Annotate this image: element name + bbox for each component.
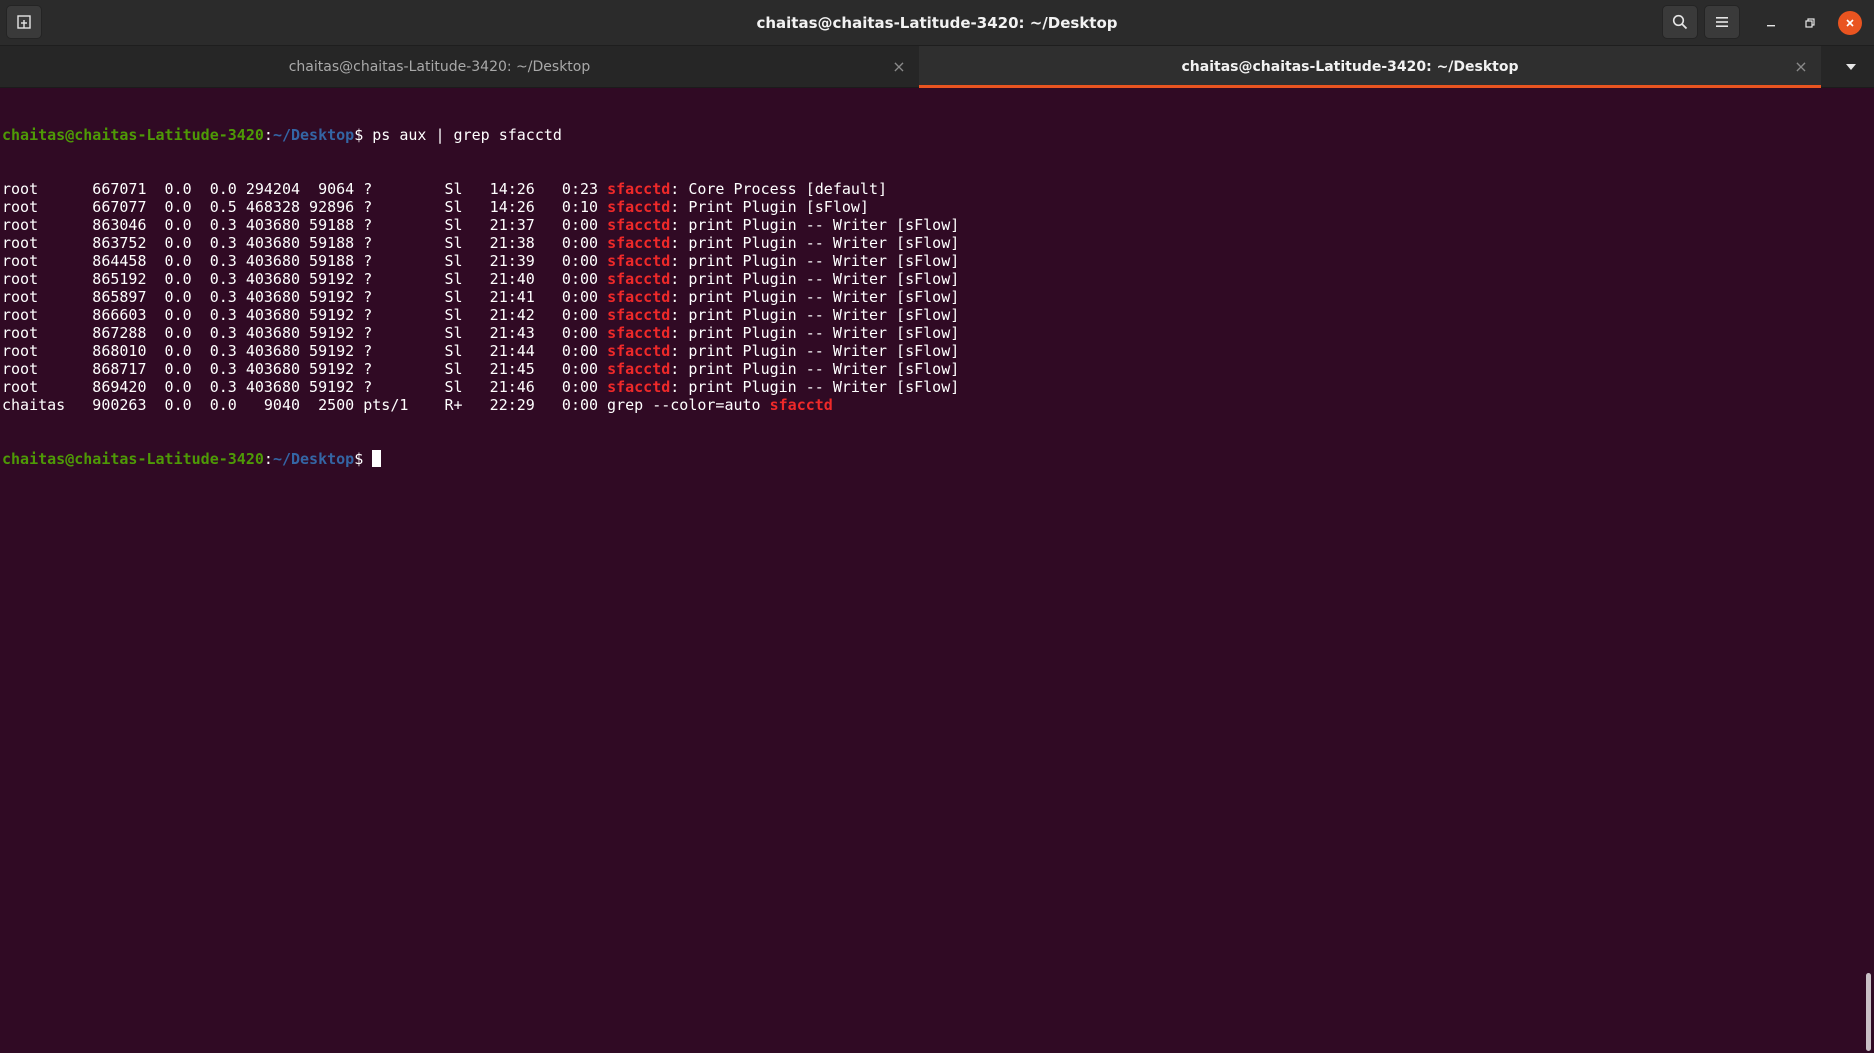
process-command: : print Plugin -- Writer [sFlow] [670,252,960,270]
process-fields: root 869420 0.0 0.3 403680 59192 ? Sl 21… [2,378,608,396]
tab-overflow-button[interactable] [1836,56,1866,78]
process-row: root 869420 0.0 0.3 403680 59192 ? Sl 21… [2,378,959,396]
prompt-colon: : [263,126,273,144]
process-command: : print Plugin -- Writer [sFlow] [670,378,960,396]
process-fields: root 667071 0.0 0.0 294204 9064 ? Sl 14:… [2,180,608,198]
close-window-button[interactable] [1838,11,1862,35]
search-icon [1672,14,1688,30]
process-row: root 866603 0.0 0.3 403680 59192 ? Sl 21… [2,306,959,324]
grep-match: sfacctd [607,306,671,324]
process-fields: root 863752 0.0 0.3 403680 59188 ? Sl 21… [2,234,608,252]
prompt-path: ~/Desktop [272,126,355,144]
tab-bar: chaitas@chaitas-Latitude-3420: ~/Desktop… [0,46,1874,88]
process-row: root 868010 0.0 0.3 403680 59192 ? Sl 21… [2,342,959,360]
process-fields: root 864458 0.0 0.3 403680 59188 ? Sl 21… [2,252,608,270]
scrollbar-thumb[interactable] [1866,973,1871,1051]
process-fields: root 865192 0.0 0.3 403680 59192 ? Sl 21… [2,270,608,288]
grep-match: sfacctd [607,342,671,360]
process-command: : print Plugin -- Writer [sFlow] [670,324,960,342]
tab-label: chaitas@chaitas-Latitude-3420: ~/Desktop [288,59,591,75]
tab-1[interactable]: chaitas@chaitas-Latitude-3420: ~/Desktop… [0,46,919,88]
tab-label: chaitas@chaitas-Latitude-3420: ~/Desktop [1181,59,1519,75]
grep-match: sfacctd [607,198,671,216]
maximize-icon [1805,18,1815,28]
process-command: : Print Plugin [sFlow] [670,198,869,216]
process-fields: chaitas 900263 0.0 0.0 9040 2500 pts/1 R… [2,396,770,414]
prompt-user-host: chaitas@chaitas-Latitude-3420 [2,450,264,468]
process-fields: root 865897 0.0 0.3 403680 59192 ? Sl 21… [2,288,608,306]
process-fields: root 868010 0.0 0.3 403680 59192 ? Sl 21… [2,342,608,360]
process-command: : print Plugin -- Writer [sFlow] [670,270,960,288]
current-prompt-line: chaitas@chaitas-Latitude-3420:~/Desktop$ [2,450,959,468]
terminal-window: chaitas@chaitas-Latitude-3420: ~/Desktop [0,0,1874,1053]
process-row: root 865897 0.0 0.3 403680 59192 ? Sl 21… [2,288,959,306]
process-row: root 863046 0.0 0.3 403680 59188 ? Sl 21… [2,216,959,234]
process-command: : print Plugin -- Writer [sFlow] [670,342,960,360]
process-command: : Core Process [default] [670,180,888,198]
process-command: : print Plugin -- Writer [sFlow] [670,234,960,252]
grep-match: sfacctd [607,378,671,396]
minimize-icon [1767,25,1775,27]
process-row: root 867288 0.0 0.3 403680 59192 ? Sl 21… [2,324,959,342]
command-line: chaitas@chaitas-Latitude-3420:~/Desktop$… [2,126,959,144]
process-list: root 667071 0.0 0.0 294204 9064 ? Sl 14:… [2,180,959,414]
process-command: : print Plugin -- Writer [sFlow] [670,288,960,306]
process-row: root 667077 0.0 0.5 468328 92896 ? Sl 14… [2,198,959,216]
tab-close-icon[interactable]: × [889,57,909,77]
new-tab-button[interactable] [6,5,42,39]
prompt-dollar: $ [354,126,364,144]
process-fields: root 866603 0.0 0.3 403680 59192 ? Sl 21… [2,306,608,324]
process-command: : print Plugin -- Writer [sFlow] [670,360,960,378]
menu-button[interactable] [1704,5,1740,39]
grep-match: sfacctd [607,288,671,306]
prompt-colon: : [263,450,273,468]
chevron-down-icon [1846,64,1856,70]
terminal-area[interactable]: chaitas@chaitas-Latitude-3420:~/Desktop$… [0,88,1862,1053]
tab-2-active[interactable]: chaitas@chaitas-Latitude-3420: ~/Desktop… [919,46,1821,88]
scrollbar[interactable] [1864,88,1874,1053]
search-button[interactable] [1662,5,1698,39]
hamburger-menu-icon [1716,17,1728,27]
process-row: chaitas 900263 0.0 0.0 9040 2500 pts/1 R… [2,396,959,414]
header-bar: chaitas@chaitas-Latitude-3420: ~/Desktop [0,0,1874,46]
process-row: root 667071 0.0 0.0 294204 9064 ? Sl 14:… [2,180,959,198]
process-row: root 863752 0.0 0.3 403680 59188 ? Sl 21… [2,234,959,252]
grep-match: sfacctd [607,360,671,378]
prompt-user-host: chaitas@chaitas-Latitude-3420 [2,126,264,144]
process-row: root 865192 0.0 0.3 403680 59192 ? Sl 21… [2,270,959,288]
process-fields: root 667077 0.0 0.5 468328 92896 ? Sl 14… [2,198,608,216]
process-row: root 868717 0.0 0.3 403680 59192 ? Sl 21… [2,360,959,378]
grep-match: sfacctd [607,180,671,198]
process-fields: root 868717 0.0 0.3 403680 59192 ? Sl 21… [2,360,608,378]
prompt-dollar: $ [354,450,364,468]
prompt-path: ~/Desktop [272,450,355,468]
grep-match: sfacctd [607,252,671,270]
grep-match: sfacctd [607,234,671,252]
window-title: chaitas@chaitas-Latitude-3420: ~/Desktop [756,14,1118,32]
process-fields: root 863046 0.0 0.3 403680 59188 ? Sl 21… [2,216,608,234]
process-command: : print Plugin -- Writer [sFlow] [670,306,960,324]
process-row: root 864458 0.0 0.3 403680 59188 ? Sl 21… [2,252,959,270]
close-icon [1846,19,1854,27]
minimize-button[interactable] [1759,11,1783,35]
terminal-output: chaitas@chaitas-Latitude-3420:~/Desktop$… [2,90,959,504]
text-cursor [372,450,382,467]
tab-close-icon[interactable]: × [1791,57,1811,77]
process-fields: root 867288 0.0 0.3 403680 59192 ? Sl 21… [2,324,608,342]
maximize-button[interactable] [1798,11,1822,35]
process-command: : print Plugin -- Writer [sFlow] [670,216,960,234]
grep-match: sfacctd [607,216,671,234]
grep-match: sfacctd [769,396,833,414]
grep-match: sfacctd [607,270,671,288]
new-tab-icon [17,15,31,29]
command-text: ps aux | grep sfacctd [363,126,562,144]
grep-match: sfacctd [607,324,671,342]
